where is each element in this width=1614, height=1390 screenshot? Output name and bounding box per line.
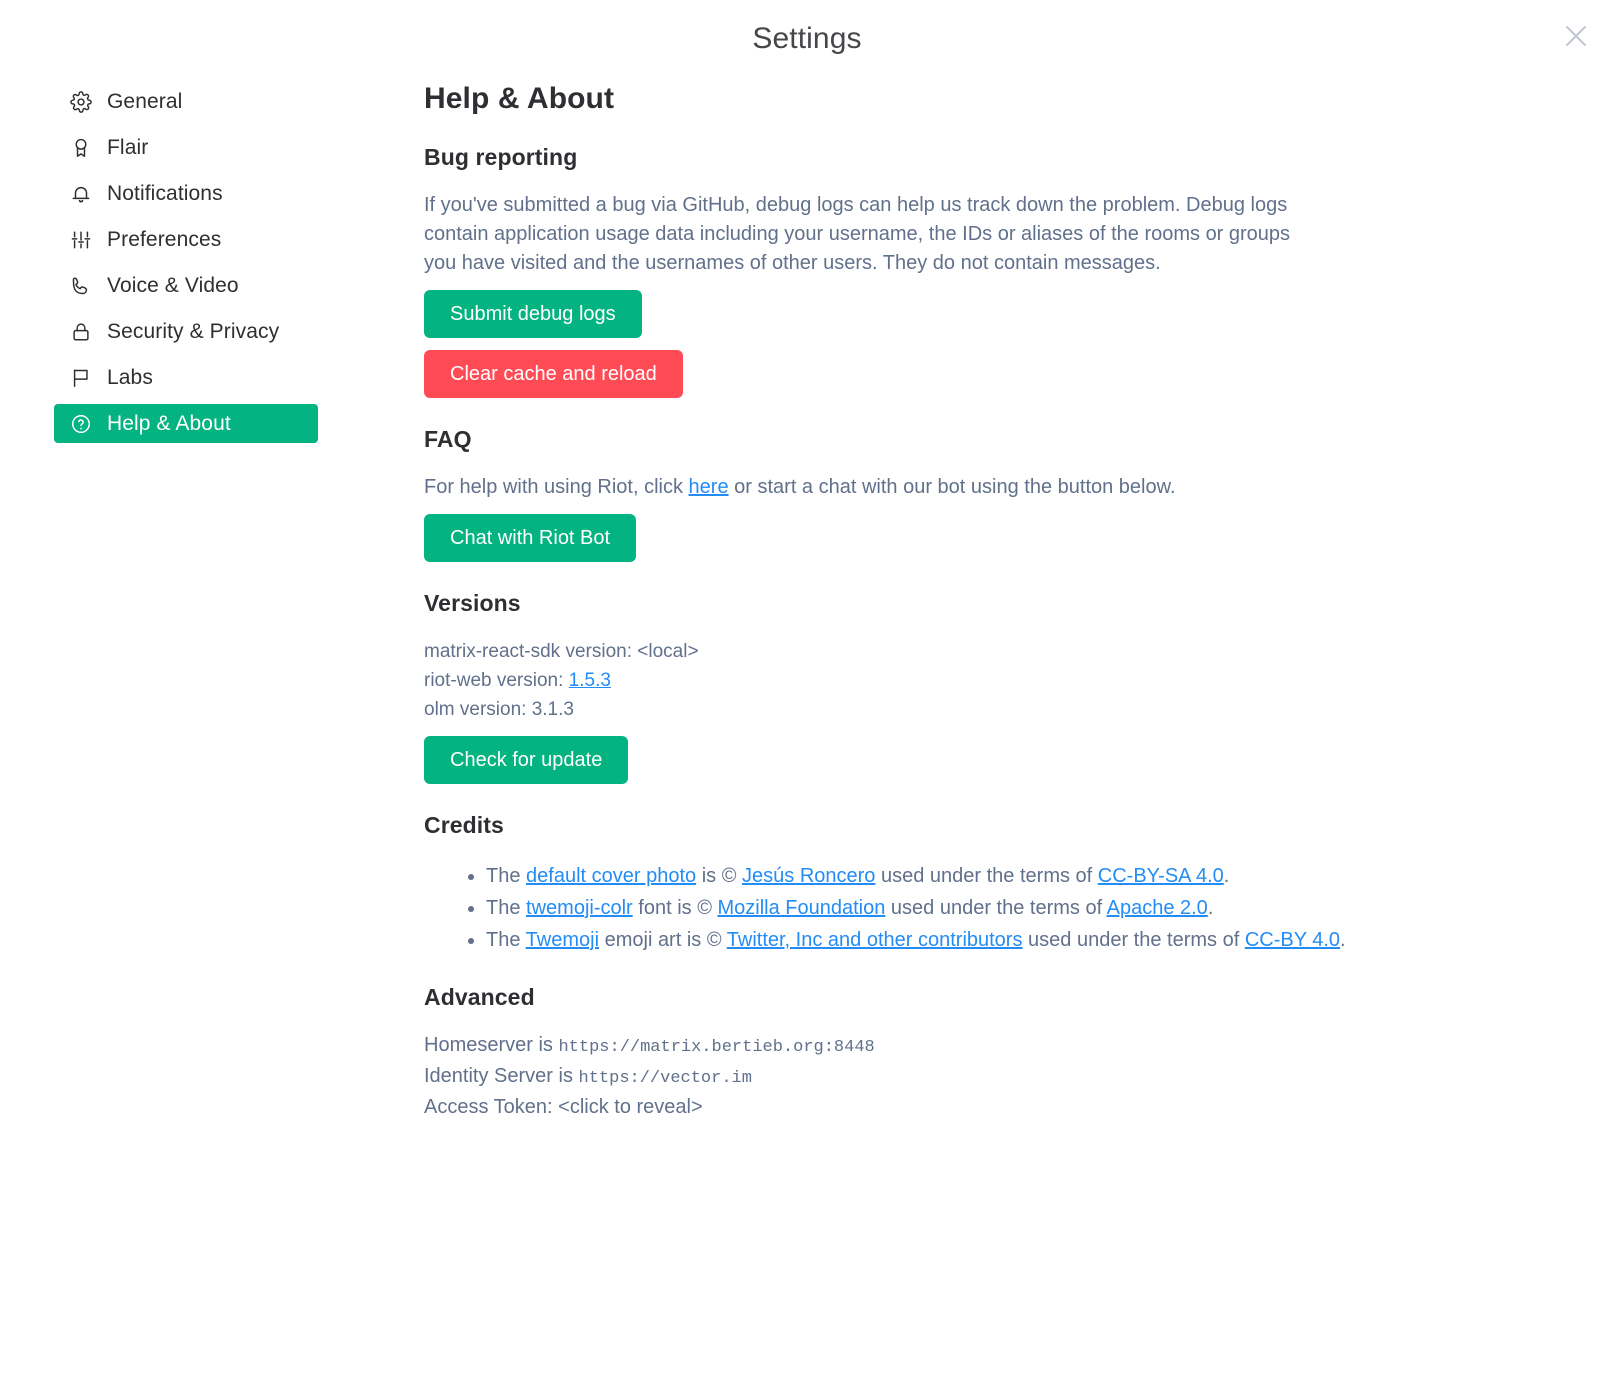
credit-link-mozilla-foundation[interactable]: Mozilla Foundation: [717, 897, 885, 919]
chat-with-riot-bot-row: Chat with Riot Bot: [424, 502, 1470, 562]
credit-link-twemoji-colr[interactable]: twemoji-colr: [526, 897, 633, 919]
submit-debug-logs-row: Submit debug logs: [424, 278, 1470, 338]
versions-list: matrix-react-sdk version: <local> riot-w…: [424, 637, 1470, 724]
credit-post-text: .: [1223, 865, 1230, 887]
identity-server-row: Identity Server is https://vector.im: [424, 1062, 1470, 1093]
credit-pre-text: The: [486, 897, 527, 919]
credit-post-text: .: [1340, 929, 1346, 951]
section-heading-credits: Credits: [424, 812, 504, 838]
settings-content: Help & About Bug reporting If you've sub…: [410, 76, 1510, 1122]
credit-link-author[interactable]: Jesús Roncero: [742, 865, 875, 887]
sidebar-item-label: Labs: [107, 366, 153, 389]
faq-text-before: For help with using Riot, click: [424, 476, 689, 498]
credit-link-twitter[interactable]: Twitter, Inc and other contributors: [727, 929, 1023, 951]
gear-icon: [68, 89, 94, 115]
flag-icon: [68, 365, 94, 391]
sidebar-item-labs[interactable]: Labs: [54, 358, 318, 397]
chat-with-riot-bot-button[interactable]: Chat with Riot Bot: [424, 514, 637, 562]
homeserver-label: Homeserver is: [424, 1034, 559, 1056]
credit-link-apache-license[interactable]: Apache 2.0: [1107, 897, 1208, 919]
sidebar-item-preferences[interactable]: Preferences: [54, 220, 318, 259]
submit-debug-logs-button[interactable]: Submit debug logs: [424, 290, 642, 338]
lock-icon: [68, 319, 94, 345]
faq-paragraph: For help with using Riot, click here or …: [424, 473, 1304, 502]
riot-web-version-link[interactable]: 1.5.3: [569, 670, 611, 691]
dialog-body: General Flair Notifications Preferences …: [0, 76, 1614, 1390]
phone-icon: [68, 273, 94, 299]
clear-cache-and-reload-button[interactable]: Clear cache and reload: [424, 350, 683, 398]
question-circle-icon: [68, 411, 94, 437]
bell-icon: [68, 181, 94, 207]
list-item: The Twemoji emoji art is © Twitter, Inc …: [486, 925, 1470, 956]
homeserver-row: Homeserver is https://matrix.bertieb.org…: [424, 1031, 1470, 1062]
credit-link-ccby-license[interactable]: CC-BY 4.0: [1245, 929, 1340, 951]
sidebar-item-label: General: [107, 90, 183, 113]
settings-sidebar: General Flair Notifications Preferences …: [0, 76, 410, 450]
section-heading-versions: Versions: [424, 590, 521, 616]
list-item: The twemoji-colr font is © Mozilla Found…: [486, 893, 1470, 924]
version-line-olm: olm version: 3.1.3: [424, 699, 574, 720]
credit-pre-text: The: [486, 929, 526, 951]
faq-text-after: or start a chat with our bot using the b…: [728, 476, 1176, 498]
clear-cache-row: Clear cache and reload: [424, 338, 1470, 398]
sidebar-item-help-about[interactable]: Help & About: [54, 404, 318, 443]
credit-mid-text: used under the terms of: [1022, 929, 1245, 951]
sidebar-item-general[interactable]: General: [54, 82, 318, 121]
identity-server-label: Identity Server is: [424, 1065, 579, 1087]
section-heading-faq: FAQ: [424, 426, 472, 452]
credit-mid-text: font is ©: [632, 897, 718, 919]
homeserver-value: https://matrix.bertieb.org:8448: [558, 1038, 875, 1057]
sidebar-item-flair[interactable]: Flair: [54, 128, 318, 167]
identity-server-value: https://vector.im: [578, 1069, 752, 1088]
sidebar-item-label: Security & Privacy: [107, 320, 280, 343]
credit-mid-text: used under the terms of: [885, 897, 1107, 919]
credit-mid-text: used under the terms of: [875, 865, 1098, 887]
version-line-riot-web: riot-web version: 1.5.3: [424, 666, 1470, 695]
sidebar-item-label: Notifications: [107, 182, 223, 205]
close-icon[interactable]: [1558, 18, 1594, 54]
section-heading-bug-reporting: Bug reporting: [424, 144, 578, 170]
sidebar-item-label: Flair: [107, 136, 149, 159]
list-item: The default cover photo is © Jesús Ronce…: [486, 861, 1470, 892]
section-heading-advanced: Advanced: [424, 984, 535, 1010]
access-token-label: Access Token:: [424, 1096, 559, 1118]
sidebar-item-voice-video[interactable]: Voice & Video: [54, 266, 318, 305]
version-riot-label: riot-web version:: [424, 670, 569, 691]
check-for-update-button[interactable]: Check for update: [424, 736, 629, 784]
sidebar-item-security-privacy[interactable]: Security & Privacy: [54, 312, 318, 351]
dialog-title: Settings: [752, 22, 862, 55]
page-title: Help & About: [424, 82, 615, 115]
credit-link-cover-photo[interactable]: default cover photo: [526, 865, 696, 887]
credit-link-twemoji[interactable]: Twemoji: [526, 929, 599, 951]
sidebar-item-label: Help & About: [107, 412, 231, 435]
credit-post-text: .: [1207, 897, 1214, 919]
credit-mid-text: is ©: [696, 865, 743, 887]
version-line-matrix-react-sdk: matrix-react-sdk version: <local>: [424, 641, 699, 662]
faq-here-link[interactable]: here: [689, 476, 729, 498]
credit-mid-text: emoji art is ©: [599, 929, 727, 951]
sidebar-item-notifications[interactable]: Notifications: [54, 174, 318, 213]
credit-link-license[interactable]: CC-BY-SA 4.0: [1098, 865, 1224, 887]
rosette-icon: [68, 135, 94, 161]
sidebar-item-label: Preferences: [107, 228, 222, 251]
check-for-update-row: Check for update: [424, 724, 1470, 784]
bug-reporting-paragraph: If you've submitted a bug via GitHub, de…: [424, 194, 1291, 274]
sliders-icon: [68, 227, 94, 253]
credit-pre-text: The: [486, 865, 527, 887]
credits-list: The default cover photo is © Jesús Ronce…: [424, 861, 1470, 956]
access-token-value[interactable]: <click to reveal>: [558, 1096, 703, 1118]
sidebar-item-label: Voice & Video: [107, 274, 239, 297]
access-token-row[interactable]: Access Token: <click to reveal>: [424, 1093, 1470, 1122]
settings-dialog: Settings General Flair Notifications Pre…: [0, 0, 1614, 1390]
advanced-list: Homeserver is https://matrix.bertieb.org…: [424, 1031, 1470, 1122]
